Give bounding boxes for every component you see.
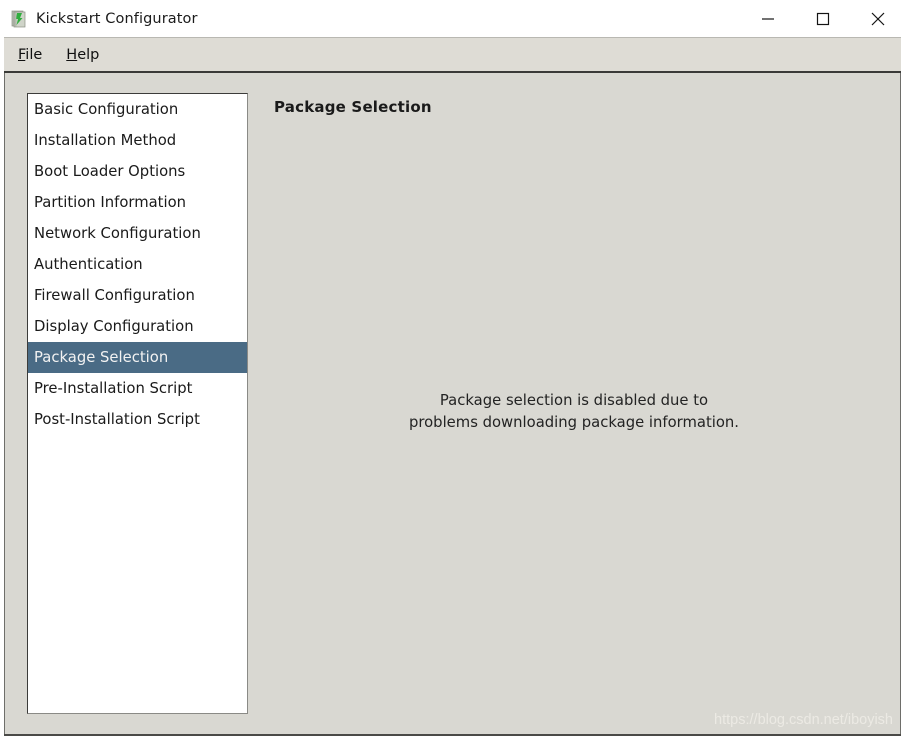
menu-bar: File Help	[4, 37, 901, 72]
message-line-2: problems downloading package information…	[408, 414, 740, 431]
window-controls	[740, 0, 905, 37]
sidebar-item-boot-loader-options[interactable]: Boot Loader Options	[28, 156, 247, 187]
menu-help-rest: elp	[77, 47, 100, 63]
maximize-button[interactable]	[795, 0, 850, 37]
sidebar-item-partition-information[interactable]: Partition Information	[28, 187, 247, 218]
sidebar-item-package-selection[interactable]: Package Selection	[28, 342, 247, 373]
message-line-1: Package selection is disabled due to	[439, 392, 709, 409]
title-bar: Kickstart Configurator	[0, 0, 905, 37]
sidebar-item-installation-method[interactable]: Installation Method	[28, 125, 247, 156]
menu-item-help[interactable]: Help	[56, 45, 109, 65]
menu-item-file[interactable]: File	[8, 45, 52, 65]
sidebar-item-network-configuration[interactable]: Network Configuration	[28, 218, 247, 249]
kickstart-app-icon	[10, 10, 28, 28]
menu-help-accel: H	[66, 47, 78, 63]
menu-file-rest: ile	[25, 47, 43, 63]
sidebar-item-basic-configuration[interactable]: Basic Configuration	[28, 94, 247, 125]
maximize-icon	[816, 12, 829, 25]
sidebar-item-authentication[interactable]: Authentication	[28, 249, 247, 280]
watermark: https://blog.csdn.net/iboyish	[714, 712, 893, 728]
sidebar-item-firewall-configuration[interactable]: Firewall Configuration	[28, 280, 247, 311]
kickstart-configurator-window: Kickstart Configurator File Help Basic C…	[0, 0, 905, 740]
window-bottom-border	[4, 734, 901, 736]
configuration-section-list[interactable]: Basic Configuration Installation Method …	[27, 93, 248, 714]
sidebar-item-pre-installation-script[interactable]: Pre-Installation Script	[28, 373, 247, 404]
sidebar-item-display-configuration[interactable]: Display Configuration	[28, 311, 247, 342]
package-selection-disabled-message: Package selection is disabled due to pro…	[274, 390, 874, 434]
close-button[interactable]	[850, 0, 905, 37]
sidebar-item-post-installation-script[interactable]: Post-Installation Script	[28, 404, 247, 435]
window-title: Kickstart Configurator	[36, 10, 198, 27]
close-icon	[871, 12, 884, 25]
minimize-icon	[761, 17, 774, 20]
page-title: Package Selection	[274, 98, 432, 116]
minimize-button[interactable]	[740, 0, 795, 37]
